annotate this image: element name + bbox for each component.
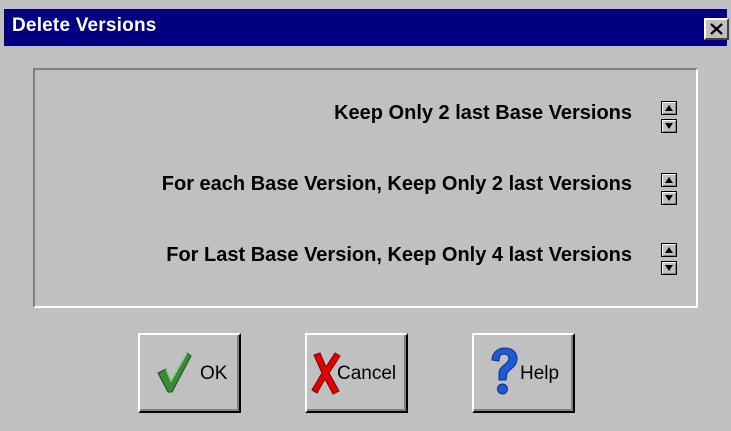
ok-button[interactable]: OK [138, 333, 241, 413]
arrow-up-icon [665, 177, 673, 183]
keep-base-versions-label: Keep Only 2 last Base Versions [334, 102, 632, 124]
last-base-keep-versions-down-button[interactable] [661, 261, 677, 275]
checkmark-icon [157, 352, 192, 393]
ok-label: OK [200, 363, 228, 384]
keep-base-versions-down-button[interactable] [661, 119, 677, 133]
each-base-keep-versions-down-button[interactable] [661, 191, 677, 205]
each-base-keep-versions-spinner [661, 173, 677, 205]
keep-base-versions-spinner [661, 101, 677, 133]
keep-base-versions-up-button[interactable] [661, 101, 677, 115]
cancel-label: Cancel [337, 363, 397, 384]
each-base-keep-versions-up-button[interactable] [661, 173, 677, 187]
last-base-keep-versions-label: For Last Base Version, Keep Only 4 last … [166, 244, 632, 266]
last-base-keep-versions-up-button[interactable] [661, 243, 677, 257]
delete-versions-dialog: Delete Versions Keep Only 2 last Base Ve… [0, 0, 731, 431]
close-icon [710, 23, 723, 35]
question-mark-icon [491, 347, 518, 395]
close-button[interactable] [704, 18, 729, 40]
arrow-down-icon [665, 123, 673, 129]
arrow-down-icon [665, 265, 673, 271]
version-settings-group: Keep Only 2 last Base Versions For each … [33, 68, 698, 308]
cancel-button[interactable]: Cancel [305, 333, 408, 413]
arrow-up-icon [665, 247, 673, 253]
arrow-down-icon [665, 195, 673, 201]
arrow-up-icon [665, 105, 673, 111]
title-bar[interactable]: Delete Versions [4, 9, 729, 46]
help-label: Help [520, 363, 560, 384]
each-base-keep-versions-label: For each Base Version, Keep Only 2 last … [161, 173, 632, 195]
window-title: Delete Versions [12, 15, 157, 36]
help-button[interactable]: Help [472, 333, 575, 413]
last-base-keep-versions-spinner [661, 243, 677, 275]
